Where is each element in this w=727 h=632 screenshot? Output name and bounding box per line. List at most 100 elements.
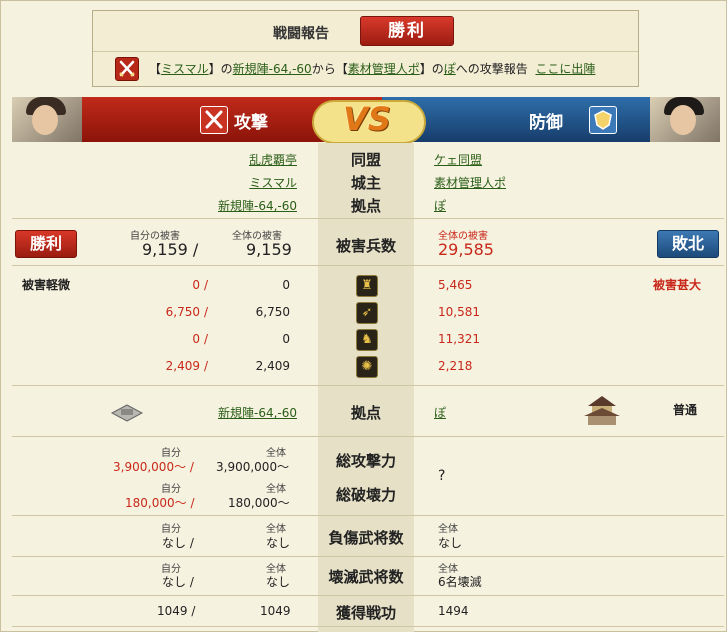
merit-own: 1049 /	[157, 604, 196, 618]
report-title: 戦闘報告	[273, 26, 329, 42]
win-stamp: 勝利	[15, 230, 77, 258]
unit-defender-loss: 11,321	[438, 332, 480, 346]
unit-slash: /	[204, 359, 209, 373]
divider	[12, 595, 724, 596]
unit-defender-loss: 2,218	[438, 359, 473, 373]
text-no: 】の	[208, 62, 233, 76]
unit-slash: /	[204, 278, 209, 292]
attack-power-own: 3,900,000〜 /	[113, 460, 194, 474]
attack-power-label: 総攻撃力	[335, 452, 396, 470]
defense-label: 防御	[529, 113, 563, 133]
base-label-2: 拠点	[350, 404, 381, 422]
crossed-swords-icon	[115, 57, 139, 81]
defender-base-row-link[interactable]: ぽ	[434, 197, 446, 214]
unit-total-loss: 6,750	[255, 305, 290, 319]
defender-base-status: 普通	[673, 403, 698, 417]
unit-own-loss: 6,750	[165, 305, 200, 319]
destroy-power-own: 180,000〜 /	[125, 496, 195, 510]
attacker-damage-level: 被害軽微	[22, 278, 71, 292]
divider	[12, 385, 724, 386]
defender-damage-level: 被害甚大	[653, 278, 702, 292]
defender-power-value: ?	[438, 468, 446, 484]
defender-lord-link[interactable]: 素材管理人ポ	[434, 174, 506, 191]
unit-total-loss: 2,409	[255, 359, 290, 373]
unit-defender-loss: 10,581	[438, 305, 480, 319]
center-label-column	[318, 143, 414, 632]
unit-total-loss: 0	[282, 332, 290, 346]
unit-own-loss: 0	[192, 278, 200, 292]
attacker-total-loss: 9,159	[246, 240, 292, 259]
lord-label: 城主	[350, 174, 381, 192]
defense-shield-icon	[589, 106, 617, 134]
defender-destroyed: 6名壊滅	[438, 575, 482, 589]
deploy-here-link[interactable]: ここに出陣	[535, 62, 595, 76]
text-from: から【	[311, 62, 348, 76]
attacker-name-link[interactable]: ミスマル	[161, 62, 209, 76]
self-caption: 自分	[161, 484, 181, 495]
report-summary-text: 【ミスマル】の新規陣-64,-60から【素材管理人ポ】のぽへの攻撃報告 ここに出…	[149, 60, 595, 77]
defender-general-portrait	[650, 97, 720, 142]
casualty-label: 被害兵数	[335, 237, 396, 255]
injured-total: なし	[266, 536, 291, 550]
base-label: 拠点	[350, 197, 381, 215]
text-attack-report: への攻撃報告	[455, 62, 528, 76]
unit-own-loss: 2,409	[165, 359, 200, 373]
defender-all-caption: 全体	[438, 524, 458, 535]
unit-total-loss: 0	[282, 278, 290, 292]
spearman-icon: ♜	[356, 275, 378, 297]
defender-injured: なし	[438, 536, 463, 550]
defender-alliance-link[interactable]: ケェ同盟	[434, 151, 482, 168]
unit-slash: /	[204, 305, 209, 319]
alliance-label: 同盟	[350, 151, 381, 169]
divider	[12, 218, 724, 219]
attack-swords-icon	[200, 106, 228, 134]
defender-base-link-2[interactable]: ぽ	[434, 404, 446, 421]
report-header: 戦闘報告 勝利 【ミスマル】の新規陣-64,-60から【素材管理人ポ】のぽへの攻…	[92, 10, 639, 87]
report-title-bar: 戦闘報告 勝利	[93, 11, 638, 52]
unit-own-loss: 0	[192, 332, 200, 346]
siege-icon: ✺	[356, 356, 378, 378]
camp-icon	[110, 401, 144, 423]
text-no-2: 】の	[419, 62, 444, 76]
destroy-power-label: 総破壊力	[335, 486, 396, 504]
attacker-base-row-link[interactable]: 新規陣-64,-60	[218, 197, 297, 214]
merit-total: 1049	[260, 604, 291, 618]
defender-base-link[interactable]: ぽ	[444, 62, 456, 76]
all-caption: 全体	[266, 484, 286, 495]
lose-stamp: 敗北	[657, 230, 719, 258]
defender-name-link[interactable]: 素材管理人ポ	[348, 62, 420, 76]
attacker-alliance-link[interactable]: 乱虎覇亭	[249, 151, 297, 168]
attacker-lord-link[interactable]: ミスマル	[249, 174, 297, 191]
destroy-power-total: 180,000〜	[228, 496, 290, 510]
vs-emblem: VS	[312, 92, 426, 147]
injured-own: なし /	[162, 536, 194, 550]
all-caption: 全体	[266, 524, 286, 535]
horse-icon: ♞	[356, 329, 378, 351]
merit-label: 獲得戦功	[335, 604, 396, 622]
attack-power-total: 3,900,000〜	[216, 460, 290, 474]
result-badge: 勝利	[360, 16, 454, 46]
castle-icon	[580, 392, 624, 426]
divider	[12, 265, 724, 266]
versus-banner: 攻撃 防御 VS	[12, 97, 724, 144]
attacker-own-loss: 9,159 /	[142, 240, 199, 259]
defender-total-loss: 29,585	[438, 240, 494, 259]
bracket-open: 【	[149, 62, 162, 76]
destroyed-own: なし /	[162, 575, 194, 589]
bow-icon: ➶	[356, 302, 378, 324]
divider	[12, 515, 724, 516]
injured-label: 負傷武将数	[328, 529, 404, 547]
attacker-base-link-2[interactable]: 新規陣-64,-60	[218, 404, 297, 421]
unit-defender-loss: 5,465	[438, 278, 473, 292]
all-caption: 全体	[266, 448, 286, 459]
divider	[12, 556, 724, 557]
attacker-base-link[interactable]: 新規陣-64,-60	[233, 62, 312, 76]
divider	[12, 626, 724, 627]
unit-slash: /	[204, 332, 209, 346]
defender-merit: 1494	[438, 604, 469, 618]
destroyed-label: 壊滅武将数	[328, 568, 404, 586]
vs-text: VS	[343, 100, 391, 138]
divider	[12, 436, 724, 437]
destroyed-total: なし	[266, 575, 291, 589]
attack-label: 攻撃	[234, 113, 268, 133]
